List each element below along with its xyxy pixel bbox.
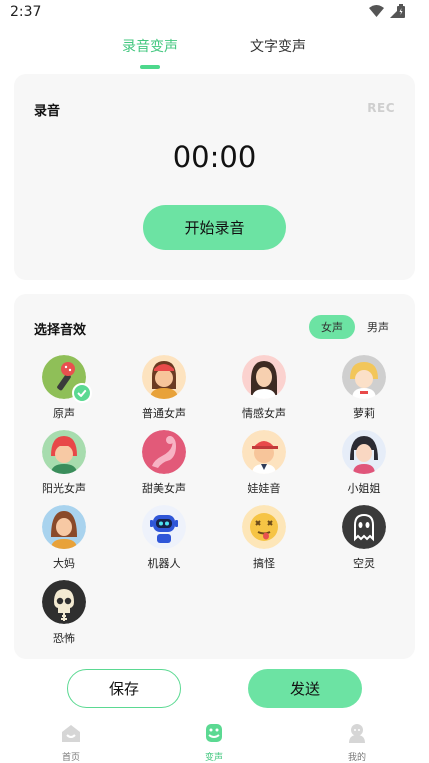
profile-icon [349, 724, 365, 743]
gender-female-option[interactable]: 女声 [309, 315, 355, 339]
home-icon [62, 725, 80, 742]
silhouette-avatar-icon [142, 430, 186, 474]
robot-avatar-icon [142, 505, 186, 549]
effect-label: 小姐姐 [347, 482, 381, 495]
nav-item-profile[interactable]: 我的 [327, 722, 387, 763]
nav-label-home: 首页 [61, 753, 80, 763]
effect-funny[interactable]: 搞怪 [224, 505, 304, 571]
nav-item-voice-change[interactable]: 变声 [184, 722, 244, 763]
record-timer: 00:00 [172, 140, 257, 174]
status-time: 2:37 [10, 4, 42, 20]
status-bar: 2:37 [0, 0, 429, 26]
effect-young-lady[interactable]: 小姐姐 [324, 430, 404, 496]
woman-avatar-icon [242, 355, 286, 399]
send-button[interactable]: 发送 [248, 669, 362, 708]
girl-avatar-icon [342, 355, 386, 399]
skull-avatar-icon [42, 580, 86, 624]
effect-label: 搞怪 [253, 557, 275, 570]
woman-avatar-icon [42, 430, 86, 474]
start-recording-button[interactable]: 开始录音 [143, 205, 286, 250]
effect-ethereal[interactable]: 空灵 [324, 505, 404, 571]
microphone-avatar-icon [42, 355, 92, 403]
effect-label: 甜美女声 [142, 482, 186, 495]
gender-male-option[interactable]: 男声 [355, 315, 401, 339]
rec-tag: REC [367, 101, 395, 115]
battery-icon [397, 4, 405, 18]
tab-record-voice-change[interactable]: 录音变声 [122, 36, 178, 56]
effect-baby-voice[interactable]: 娃娃音 [224, 430, 304, 496]
effect-loli[interactable]: 萝莉 [324, 355, 404, 421]
effect-label: 空灵 [353, 557, 375, 570]
effect-sweet-female[interactable]: 甜美女声 [124, 430, 204, 496]
effect-horror[interactable]: 恐怖 [24, 580, 104, 646]
woman-avatar-icon [42, 505, 86, 549]
record-card: 录音 REC 00:00 开始录音 [14, 74, 415, 280]
effect-auntie[interactable]: 大妈 [24, 505, 104, 571]
effect-label: 大妈 [53, 557, 75, 570]
effect-label: 娃娃音 [247, 482, 281, 495]
selected-check-icon [72, 383, 92, 403]
effect-sunny-female[interactable]: 阳光女声 [24, 430, 104, 496]
voice-change-icon [206, 724, 222, 742]
save-button[interactable]: 保存 [67, 669, 181, 708]
effect-label: 恐怖 [53, 632, 75, 645]
effect-emotional-female[interactable]: 情感女声 [224, 355, 304, 421]
nav-item-home[interactable]: 首页 [41, 722, 101, 763]
effect-label: 阳光女声 [42, 482, 86, 495]
woman-avatar-icon [142, 355, 186, 399]
effect-robot[interactable]: 机器人 [124, 505, 204, 571]
nav-label-voice-change: 变声 [204, 753, 223, 763]
effects-title: 选择音效 [34, 323, 87, 338]
wifi-icon [369, 5, 384, 17]
ghost-avatar-icon [342, 505, 386, 549]
effect-original[interactable]: 原声 [24, 355, 104, 421]
nav-label-profile: 我的 [347, 753, 366, 763]
effect-label: 情感女声 [242, 407, 286, 420]
record-title: 录音 [34, 104, 61, 119]
effects-card: 选择音效 女声 男声 原声 普通女声 情感女声 萝莉 阳光女声 甜美女声 娃娃音… [14, 294, 415, 659]
effect-normal-female[interactable]: 普通女声 [124, 355, 204, 421]
gender-toggle: 女声 男声 [309, 315, 401, 339]
tab-text-voice-change[interactable]: 文字变声 [250, 36, 306, 56]
effect-label: 原声 [53, 407, 75, 420]
effect-label: 普通女声 [142, 407, 186, 420]
silly-face-avatar-icon [242, 505, 286, 549]
child-avatar-icon [242, 430, 286, 474]
effect-label: 机器人 [147, 557, 181, 570]
effect-label: 萝莉 [353, 407, 375, 420]
tab-indicator [140, 65, 160, 69]
girl-avatar-icon [342, 430, 386, 474]
top-tabs: 录音变声 文字变声 [0, 36, 429, 72]
bottom-nav: 首页 变声 我的 [0, 718, 429, 763]
